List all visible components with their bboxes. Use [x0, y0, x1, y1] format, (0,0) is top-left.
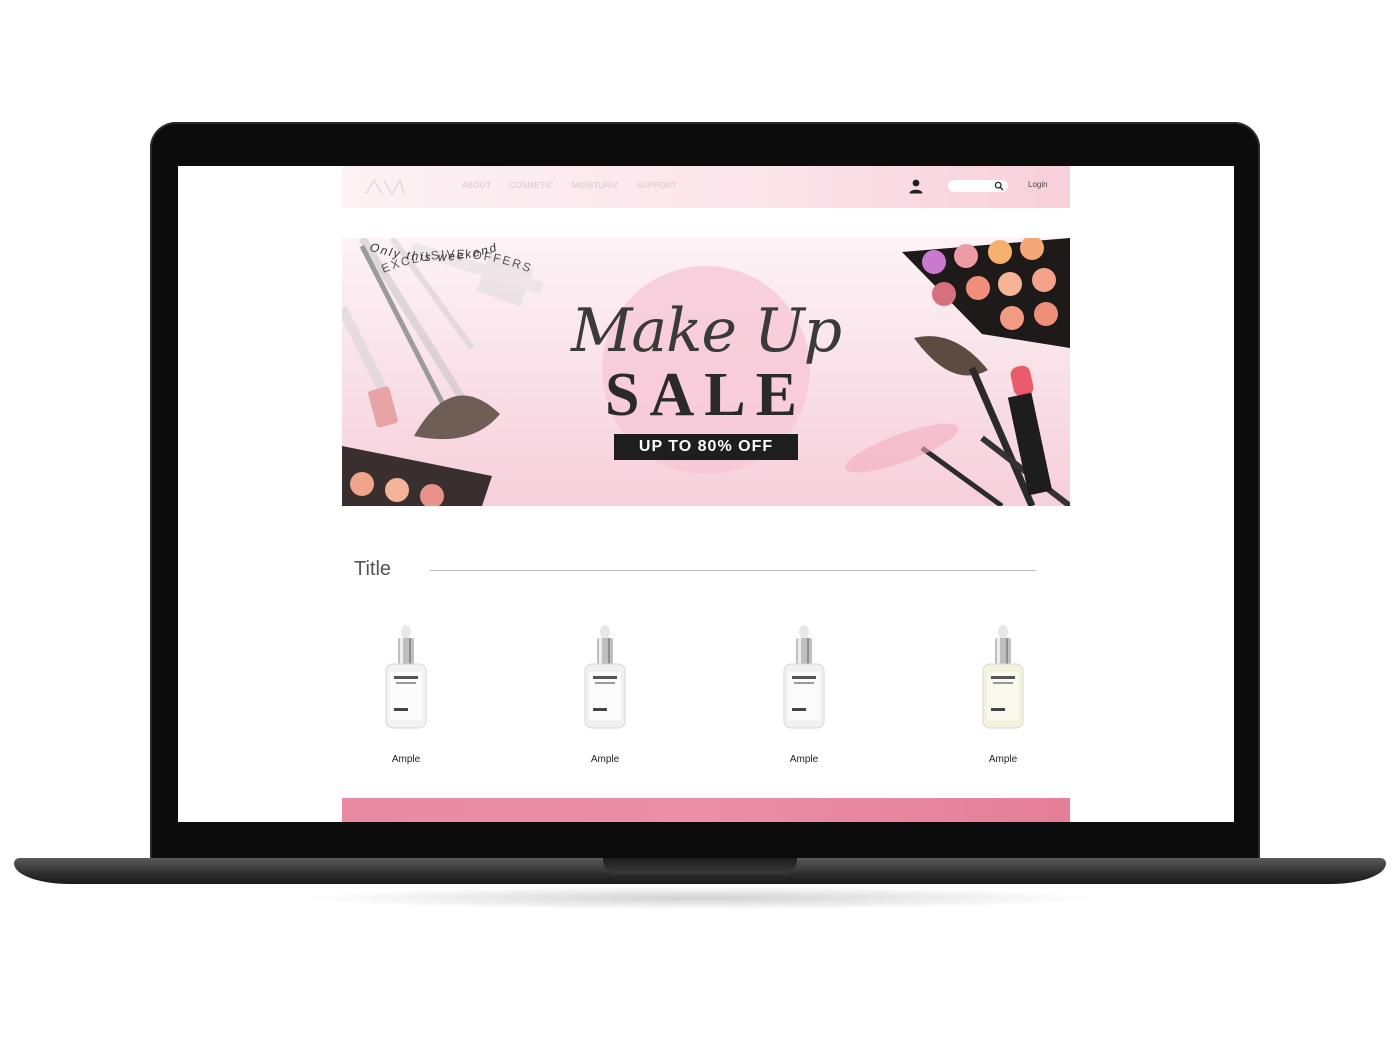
- banner-offer: UP TO 80% OFF: [614, 434, 798, 460]
- nav-link-about[interactable]: ABOUT: [462, 181, 491, 190]
- product-list: Ample Ample Ample Ample: [342, 624, 1070, 774]
- product-card[interactable]: Ample: [744, 624, 864, 774]
- brand-logo[interactable]: [364, 178, 408, 196]
- laptop-shadow: [300, 886, 1100, 910]
- banner-sale: SALE: [605, 361, 807, 429]
- section-title: Title: [354, 558, 392, 580]
- product-card[interactable]: Ample: [346, 624, 466, 774]
- svg-text:Only this weekend: Only this weekend: [368, 240, 500, 264]
- product-card[interactable]: Ample: [545, 624, 665, 774]
- serum-bottle-icon: [385, 625, 427, 729]
- serum-bottle-icon: [584, 625, 626, 729]
- promo-banner[interactable]: EXCLUSIVE OFFERS Make Up SALE UP TO 80% …: [342, 238, 1070, 506]
- product-name: Ample: [391, 754, 421, 765]
- user-icon[interactable]: [908, 178, 924, 194]
- banner-headline: Make Up: [570, 296, 842, 366]
- product-name: Ample: [590, 754, 620, 765]
- serum-bottle-icon: [982, 625, 1024, 729]
- search-icon[interactable]: [994, 181, 1004, 191]
- nav-links: ABOUT COSMETIC MOISTURIZ SUPPORT: [462, 181, 677, 190]
- login-link[interactable]: Login: [1028, 180, 1048, 189]
- section-divider: [430, 570, 1036, 571]
- top-nav: ABOUT COSMETIC MOISTURIZ SUPPORT Login: [342, 166, 1070, 208]
- nav-link-cosmetic[interactable]: COSMETIC: [509, 181, 554, 190]
- product-name: Ample: [789, 754, 819, 765]
- serum-bottle-icon: [783, 625, 825, 729]
- laptop-screen: ABOUT COSMETIC MOISTURIZ SUPPORT Login E…: [178, 166, 1234, 822]
- banner-tagline: Only this weekend: [368, 240, 500, 264]
- nav-link-moisturiz[interactable]: MOISTURIZ: [572, 181, 619, 190]
- nav-link-support[interactable]: SUPPORT: [636, 181, 677, 190]
- product-name: Ample: [988, 754, 1018, 765]
- laptop-notch: [603, 858, 797, 874]
- next-banner-strip: [342, 798, 1070, 822]
- product-card[interactable]: Ample: [943, 624, 1063, 774]
- website: ABOUT COSMETIC MOISTURIZ SUPPORT Login E…: [342, 166, 1070, 822]
